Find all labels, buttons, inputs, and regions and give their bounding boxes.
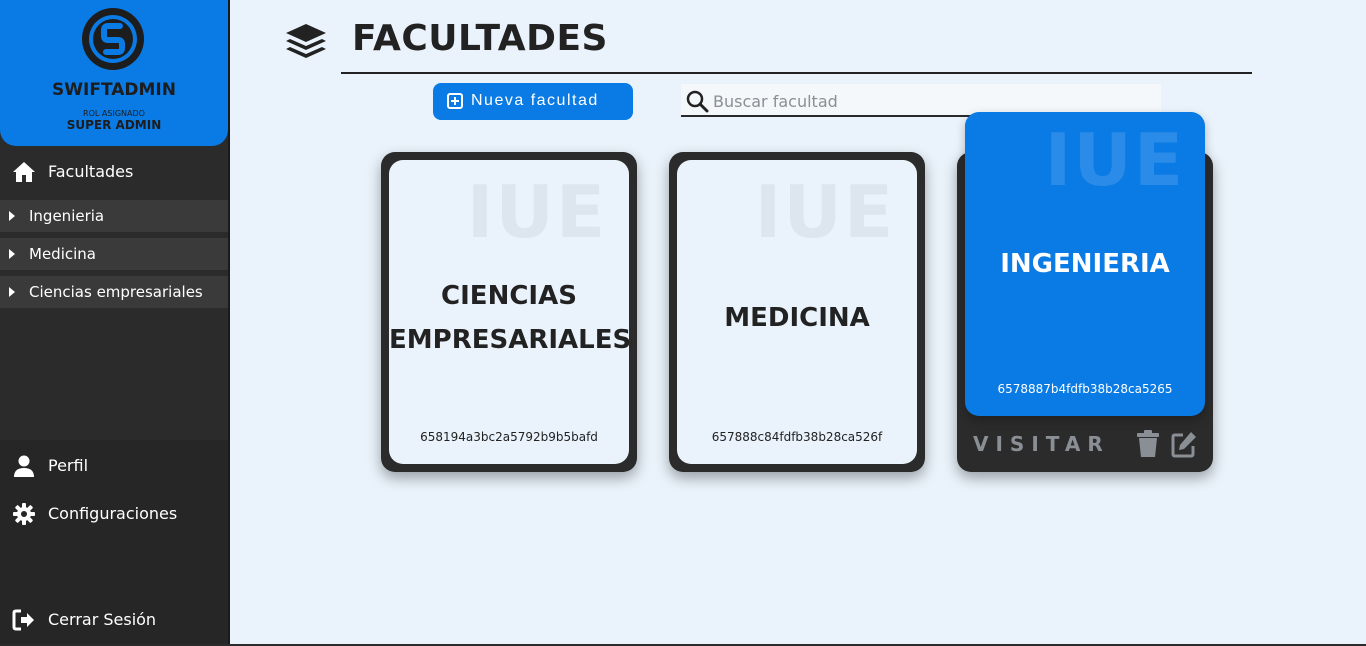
faculty-name-line2: EMPRESARIALES [389, 325, 629, 355]
trash-icon[interactable] [1135, 430, 1161, 458]
faculty-name: MEDICINA [724, 303, 870, 333]
sidebar-item-label: Facultades [48, 162, 134, 181]
faculty-card-ingenieria[interactable]: IUE INGENIERIA 6578887b4fdfb38b28ca5265 … [957, 112, 1213, 472]
visit-button[interactable]: VISITAR [973, 432, 1110, 456]
edit-icon[interactable] [1171, 430, 1197, 458]
faculty-id: 657888c84fdfb38b28ca526f [711, 430, 883, 444]
home-icon [13, 162, 35, 182]
card-watermark: IUE [466, 170, 607, 254]
new-faculty-button[interactable]: Nueva facultad [433, 83, 633, 120]
faculty-card-medicina[interactable]: IUE MEDICINA 657888c84fdfb38b28ca526f [669, 152, 925, 472]
layers-icon [286, 24, 326, 58]
card-watermark: IUE [1044, 118, 1185, 202]
caret-right-icon [9, 287, 15, 297]
sidebar-item-medicina[interactable]: Medicina [0, 238, 228, 272]
page-title: FACULTADES [352, 18, 608, 59]
sidebar-item-label: Ciencias empresariales [29, 283, 203, 301]
sidebar-item-ingenieria[interactable]: Ingenieria [0, 200, 228, 234]
sidebar-item-label: Medicina [29, 245, 96, 263]
sign-out-icon [12, 609, 34, 631]
sidebar-item-ciencias-empresariales[interactable]: Ciencias empresariales [0, 276, 228, 310]
faculty-name-line1: CIENCIAS [441, 281, 577, 311]
sidebar-item-configuraciones[interactable]: Configuraciones [0, 496, 228, 532]
faculty-card-ciencias[interactable]: IUE CIENCIAS EMPRESARIALES 658194a3bc2a5… [381, 152, 637, 472]
caret-right-icon [9, 249, 15, 259]
faculty-card-face: IUE INGENIERIA 6578887b4fdfb38b28ca5265 [965, 112, 1205, 416]
faculty-name: INGENIERIA [1000, 249, 1170, 279]
faculty-id: 6578887b4fdfb38b28ca5265 [997, 382, 1173, 396]
sidebar-item-label: Ingenieria [29, 207, 105, 225]
faculty-id: 658194a3bc2a5792b9b5bafd [420, 430, 598, 444]
sidebar-item-label: Perfil [48, 456, 89, 475]
sidebar-item-label: Cerrar Sesión [48, 610, 157, 629]
role-label: ROL ASIGNADO [83, 109, 145, 118]
card-watermark: IUE [754, 170, 895, 254]
logout-button[interactable]: Cerrar Sesión [0, 602, 228, 638]
search-icon [686, 90, 709, 113]
sidebar-item-facultades[interactable]: Facultades [0, 152, 228, 192]
gear-icon [13, 503, 35, 525]
role-value: SUPER ADMIN [66, 118, 162, 132]
plus-square-icon [447, 93, 463, 109]
brand-name: SWIFTADMIN [52, 80, 176, 100]
sidebar-item-perfil[interactable]: Perfil [0, 448, 228, 484]
faculty-card-face: IUE CIENCIAS EMPRESARIALES 658194a3bc2a5… [389, 160, 629, 464]
caret-right-icon [9, 211, 15, 221]
new-faculty-label: Nueva facultad [471, 92, 599, 109]
user-icon [14, 455, 34, 477]
title-divider [341, 72, 1252, 74]
sidebar: SWIFTADMIN ROL ASIGNADO SUPER ADMIN Facu… [0, 0, 230, 646]
search-input[interactable] [711, 88, 1155, 114]
faculty-card-face: IUE MEDICINA 657888c84fdfb38b28ca526f [677, 160, 917, 464]
sidebar-item-label: Configuraciones [48, 504, 178, 523]
brand-header: SWIFTADMIN ROL ASIGNADO SUPER ADMIN [0, 0, 228, 146]
swiftadmin-logo-icon [82, 8, 144, 70]
